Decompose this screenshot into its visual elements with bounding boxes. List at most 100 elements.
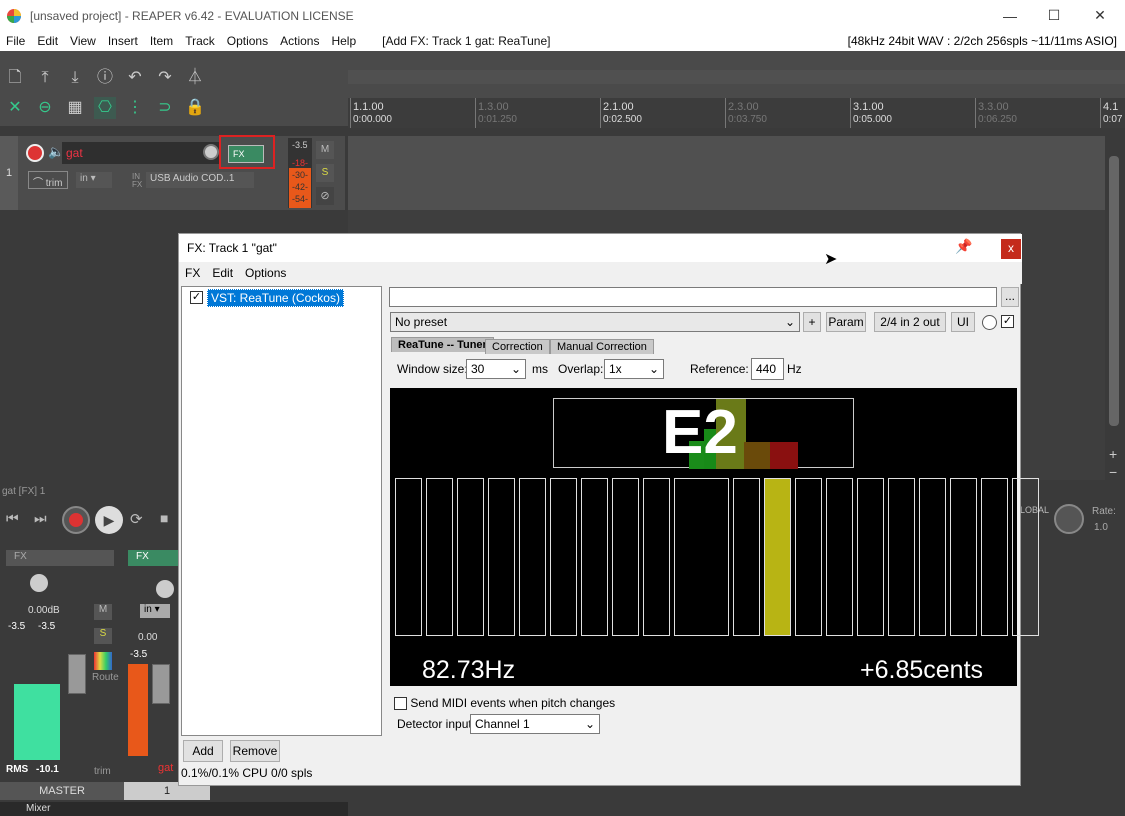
ripple-edit-icon[interactable]: ✕ bbox=[4, 97, 26, 119]
project-settings-icon[interactable]: ⓘ bbox=[94, 67, 116, 89]
redo-icon[interactable]: ↷ bbox=[154, 67, 176, 89]
track-mute-button[interactable]: M bbox=[316, 141, 334, 159]
preset-select[interactable]: No preset ⌄ bbox=[390, 312, 800, 332]
undo-icon[interactable]: ↶ bbox=[124, 67, 146, 89]
vertical-scrollbar[interactable]: + − bbox=[1105, 136, 1125, 486]
track-fader[interactable] bbox=[152, 664, 170, 704]
mixer-tab[interactable]: Mixer bbox=[26, 803, 50, 814]
fx-window-titlebar[interactable]: FX: Track 1 "gat" 📌 x bbox=[179, 234, 1022, 262]
zoom-out-icon[interactable]: − bbox=[1109, 464, 1117, 480]
mixer-input-mode[interactable]: in ▾ bbox=[140, 604, 170, 618]
ui-button[interactable]: UI bbox=[951, 312, 975, 332]
track-control-panel[interactable]: 1 🔈 gat FX ⌒ trim in ▾ IN FX USB Audio C… bbox=[0, 135, 345, 210]
stop-icon[interactable]: ■ bbox=[160, 510, 168, 526]
go-end-icon[interactable]: ⏭ bbox=[34, 510, 47, 527]
fx-chain-list[interactable]: ✓ VST: ReaTune (Cockos) bbox=[181, 286, 382, 736]
menu-edit[interactable]: Edit bbox=[31, 34, 64, 48]
open-project-icon[interactable]: ⤒ bbox=[34, 67, 56, 89]
metronome-icon[interactable]: ⏃ bbox=[184, 67, 206, 89]
save-project-icon[interactable]: ⤓ bbox=[64, 67, 86, 89]
input-select[interactable]: USB Audio COD..1 bbox=[146, 172, 254, 188]
record-button[interactable] bbox=[62, 506, 90, 534]
snap-icon[interactable]: ⋮ bbox=[124, 97, 146, 119]
input-mode-select[interactable]: in ▾ bbox=[76, 172, 112, 188]
detector-select[interactable]: Channel 1 ⌄ bbox=[470, 714, 600, 734]
route-icon[interactable] bbox=[94, 652, 112, 670]
overlap-select[interactable]: 1x ⌄ bbox=[604, 359, 664, 379]
lock-icon[interactable]: 🔒 bbox=[184, 97, 206, 119]
link-icon[interactable]: ⊖ bbox=[34, 97, 56, 119]
play-button[interactable]: ▶ bbox=[95, 506, 123, 534]
tuner-cell bbox=[550, 478, 577, 636]
new-project-icon[interactable]: 🗋 bbox=[4, 67, 26, 89]
track-lane[interactable] bbox=[348, 136, 1105, 210]
grid-icon[interactable]: ▦ bbox=[64, 97, 86, 119]
track-pan-knob[interactable] bbox=[156, 580, 174, 598]
wet-knob-icon[interactable] bbox=[982, 315, 997, 330]
window-size-select[interactable]: 30 ⌄ bbox=[466, 359, 526, 379]
timeline-ruler[interactable]: 1.1.00 0:00.000 1.3.00 0:01.250 2.1.00 0:02.5… bbox=[348, 98, 1125, 128]
remove-fx-button[interactable]: Remove bbox=[230, 740, 280, 762]
menu-track[interactable]: Track bbox=[179, 34, 221, 48]
master-pan-knob[interactable] bbox=[30, 574, 48, 592]
tab-manual-correction[interactable]: Manual Correction bbox=[550, 339, 654, 354]
add-preset-button[interactable]: + bbox=[803, 312, 821, 332]
menu-actions[interactable]: Actions bbox=[274, 34, 325, 48]
rate-label: Rate: bbox=[1092, 506, 1116, 517]
go-start-icon[interactable]: ⏮ bbox=[6, 510, 19, 527]
param-button[interactable]: Param bbox=[826, 312, 866, 332]
meter-scale-label: -42- bbox=[292, 182, 309, 192]
io-routing-button[interactable]: 2/4 in 2 out bbox=[874, 312, 946, 332]
fx-close-button[interactable]: x bbox=[1001, 239, 1021, 259]
add-fx-button[interactable]: Add bbox=[183, 740, 223, 762]
master-solo-button[interactable]: S bbox=[94, 628, 112, 644]
fx-plugin-item[interactable]: VST: ReaTune (Cockos) bbox=[207, 289, 344, 307]
reference-input[interactable]: 440 bbox=[751, 358, 784, 380]
repeat-icon[interactable]: ⟳ bbox=[130, 510, 143, 528]
tab-tuner[interactable]: ReaTune -- Tuner bbox=[391, 337, 494, 352]
master-mute-button[interactable]: M bbox=[94, 604, 112, 620]
fx-menu-bar: FX Edit Options bbox=[179, 262, 1022, 284]
bypass-checkbox[interactable]: ✓ bbox=[1001, 314, 1014, 329]
group-icon[interactable]: ⎔ bbox=[94, 97, 116, 119]
rate-knob[interactable] bbox=[1054, 504, 1084, 534]
menu-options[interactable]: Options bbox=[221, 34, 274, 48]
more-options-button[interactable]: ... bbox=[1001, 287, 1019, 307]
meter-scale-label: -54- bbox=[292, 194, 309, 204]
track-solo-button[interactable]: S bbox=[316, 164, 334, 182]
horizontal-scroll-overview[interactable] bbox=[348, 70, 1125, 84]
track-name[interactable]: gat bbox=[66, 146, 83, 160]
minimize-button[interactable]: — bbox=[987, 0, 1033, 31]
track-fx-slot[interactable]: FX bbox=[128, 550, 178, 566]
phase-icon[interactable]: ⊘ bbox=[316, 187, 334, 205]
menu-view[interactable]: View bbox=[64, 34, 102, 48]
tab-correction[interactable]: Correction bbox=[485, 339, 550, 354]
menu-file[interactable]: File bbox=[0, 34, 31, 48]
send-midi-option[interactable]: Send MIDI events when pitch changes bbox=[394, 696, 615, 711]
menu-item[interactable]: Item bbox=[144, 34, 179, 48]
menu-insert[interactable]: Insert bbox=[102, 34, 144, 48]
volume-knob[interactable] bbox=[203, 144, 219, 160]
record-arm-button[interactable] bbox=[26, 144, 44, 162]
send-midi-checkbox[interactable] bbox=[394, 697, 407, 711]
in-fx-label[interactable]: IN FX bbox=[132, 173, 144, 189]
input-mode-label: in bbox=[80, 173, 88, 184]
close-button[interactable]: ✕ bbox=[1077, 0, 1123, 31]
pin-icon[interactable]: 📌 bbox=[955, 238, 972, 255]
maximize-button[interactable]: ☐ bbox=[1031, 0, 1077, 31]
meter-scale-label: -30- bbox=[292, 170, 309, 180]
ruler-time-label: 0:00.000 bbox=[353, 114, 392, 125]
master-fx-button[interactable]: FX bbox=[6, 550, 114, 566]
loop-icon[interactable]: ⊃ bbox=[154, 97, 176, 119]
trim-button[interactable]: ⌒ trim bbox=[28, 171, 68, 189]
fx-menu-edit[interactable]: Edit bbox=[206, 266, 239, 280]
audio-format-status[interactable]: [48kHz 24bit WAV : 2/2ch 256spls ~11/11m… bbox=[848, 34, 1117, 48]
fx-menu-fx[interactable]: FX bbox=[179, 266, 206, 280]
track-fx-button[interactable]: FX bbox=[228, 145, 264, 163]
zoom-in-icon[interactable]: + bbox=[1109, 446, 1117, 462]
fx-menu-options[interactable]: Options bbox=[239, 266, 292, 280]
master-fader[interactable] bbox=[68, 654, 86, 694]
plugin-enable-checkbox[interactable]: ✓ bbox=[190, 290, 203, 305]
menu-help[interactable]: Help bbox=[325, 34, 362, 48]
fx-name-field[interactable] bbox=[389, 287, 997, 307]
